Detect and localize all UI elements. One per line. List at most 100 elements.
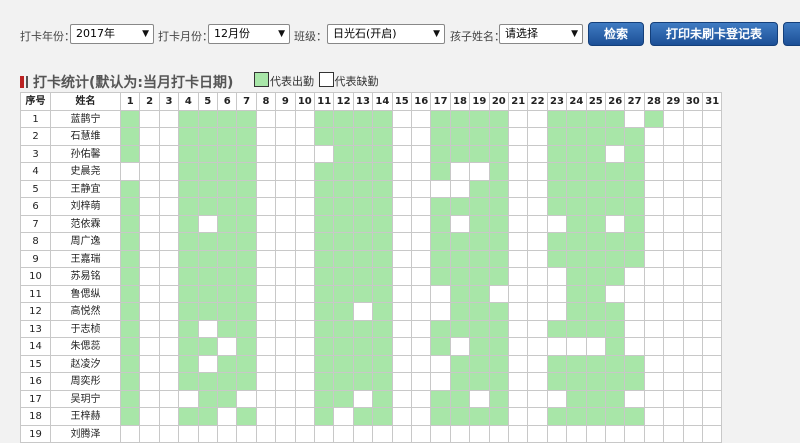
- attendance-absent-cell: [664, 321, 683, 339]
- attendance-present-cell: [587, 216, 606, 234]
- attendance-present-cell: [625, 408, 644, 426]
- attendance-absent-cell: [393, 268, 412, 286]
- attendance-present-cell: [606, 391, 625, 409]
- attendance-present-cell: [470, 251, 489, 269]
- attendance-absent-cell: [276, 356, 295, 374]
- attendance-present-cell: [451, 356, 470, 374]
- attendance-absent-cell: [548, 216, 567, 234]
- attendance-absent-cell: [645, 391, 664, 409]
- attendance-absent-cell: [218, 408, 237, 426]
- attendance-present-cell: [470, 408, 489, 426]
- attendance-absent-cell: [296, 146, 315, 164]
- attendance-present-cell: [121, 251, 140, 269]
- class-select-value: 日光石(开启): [333, 27, 397, 40]
- chevron-down-icon: ▼: [571, 25, 578, 43]
- row-index: 7: [21, 216, 51, 234]
- attendance-absent-cell: [470, 391, 489, 409]
- class-select[interactable]: 日光石(开启)▼: [327, 24, 445, 44]
- attendance-present-cell: [354, 216, 373, 234]
- header-day: 22: [528, 93, 547, 111]
- attendance-present-cell: [334, 198, 353, 216]
- student-name: 刘梓萌: [51, 198, 121, 216]
- year-select[interactable]: 2017年▼: [70, 24, 154, 44]
- attendance-present-cell: [199, 391, 218, 409]
- attendance-absent-cell: [528, 146, 547, 164]
- search-button[interactable]: 检索: [588, 22, 644, 46]
- attendance-absent-cell: [296, 408, 315, 426]
- attendance-absent-cell: [140, 233, 159, 251]
- attendance-present-cell: [315, 268, 334, 286]
- attendance-absent-cell: [412, 286, 431, 304]
- attendance-present-cell: [431, 268, 450, 286]
- attendance-absent-cell: [218, 338, 237, 356]
- attendance-present-cell: [373, 128, 392, 146]
- attendance-absent-cell: [431, 286, 450, 304]
- attendance-absent-cell: [664, 198, 683, 216]
- header-day: 24: [567, 93, 586, 111]
- attendance-absent-cell: [257, 321, 276, 339]
- attendance-present-cell: [548, 198, 567, 216]
- attendance-present-cell: [431, 216, 450, 234]
- attendance-absent-cell: [606, 146, 625, 164]
- attendance-absent-cell: [703, 303, 722, 321]
- attendance-absent-cell: [276, 146, 295, 164]
- attendance-present-cell: [179, 251, 198, 269]
- attendance-present-cell: [199, 408, 218, 426]
- child-select[interactable]: 请选择▼: [499, 24, 583, 44]
- attendance-absent-cell: [276, 391, 295, 409]
- attendance-present-cell: [490, 181, 509, 199]
- header-day: 19: [470, 93, 489, 111]
- attendance-present-cell: [587, 391, 606, 409]
- attendance-present-cell: [121, 268, 140, 286]
- attendance-present-cell: [218, 286, 237, 304]
- attendance-absent-cell: [412, 181, 431, 199]
- attendance-present-cell: [567, 146, 586, 164]
- header-day: 20: [490, 93, 509, 111]
- section-title: 打卡统计(默认为:当月打卡日期): [20, 72, 233, 92]
- attendance-absent-cell: [296, 216, 315, 234]
- attendance-absent-cell: [257, 373, 276, 391]
- attendance-absent-cell: [490, 426, 509, 443]
- attendance-absent-cell: [393, 233, 412, 251]
- month-select[interactable]: 12月份▼: [208, 24, 290, 44]
- attendance-absent-cell: [393, 321, 412, 339]
- attendance-absent-cell: [296, 391, 315, 409]
- header-name: 姓名: [51, 93, 121, 111]
- attendance-present-cell: [606, 163, 625, 181]
- attendance-absent-cell: [276, 163, 295, 181]
- attendance-present-cell: [470, 268, 489, 286]
- attendance-present-cell: [490, 373, 509, 391]
- header-day: 3: [160, 93, 179, 111]
- print-unswiped-button[interactable]: 打印未刷卡登记表: [650, 22, 778, 46]
- attendance-absent-cell: [664, 216, 683, 234]
- student-name: 高悦然: [51, 303, 121, 321]
- more-button[interactable]: [783, 22, 800, 46]
- attendance-present-cell: [199, 373, 218, 391]
- attendance-absent-cell: [276, 303, 295, 321]
- attendance-present-cell: [451, 198, 470, 216]
- attendance-absent-cell: [703, 286, 722, 304]
- attendance-absent-cell: [451, 426, 470, 443]
- attendance-present-cell: [334, 373, 353, 391]
- absent-swatch: [319, 72, 334, 87]
- attendance-present-cell: [490, 321, 509, 339]
- attendance-present-cell: [431, 163, 450, 181]
- student-name: 周广逸: [51, 233, 121, 251]
- attendance-present-cell: [354, 338, 373, 356]
- attendance-absent-cell: [509, 286, 528, 304]
- attendance-absent-cell: [140, 251, 159, 269]
- attendance-present-cell: [334, 233, 353, 251]
- attendance-absent-cell: [509, 338, 528, 356]
- attendance-present-cell: [199, 111, 218, 129]
- attendance-present-cell: [237, 338, 256, 356]
- attendance-absent-cell: [140, 128, 159, 146]
- attendance-absent-cell: [276, 426, 295, 443]
- header-day: 10: [296, 93, 315, 111]
- attendance-present-cell: [645, 111, 664, 129]
- attendance-present-cell: [431, 198, 450, 216]
- header-day: 6: [218, 93, 237, 111]
- attendance-absent-cell: [257, 163, 276, 181]
- attendance-absent-cell: [470, 426, 489, 443]
- attendance-present-cell: [121, 356, 140, 374]
- attendance-absent-cell: [140, 146, 159, 164]
